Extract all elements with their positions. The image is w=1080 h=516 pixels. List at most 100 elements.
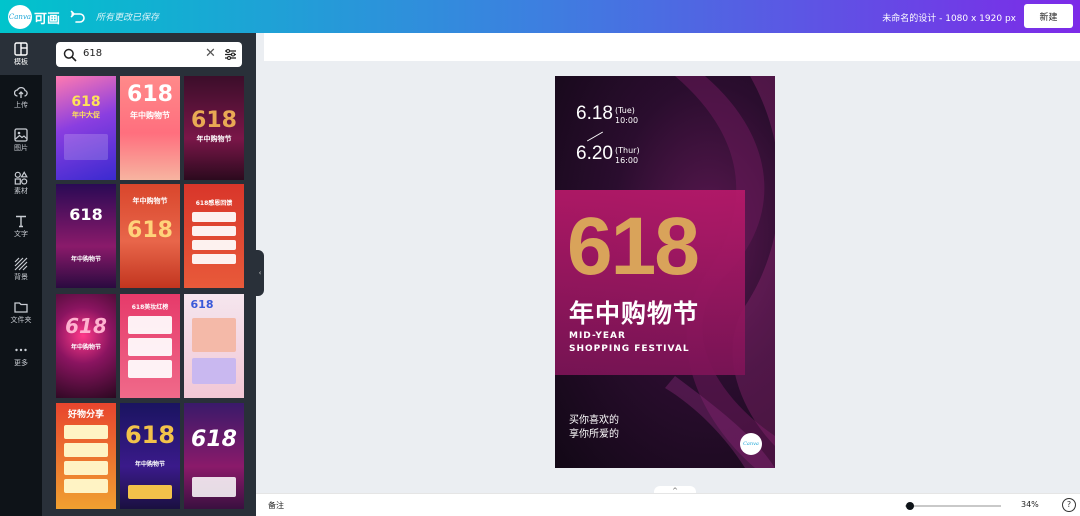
- template-thumbnail[interactable]: 618 年中购物节: [120, 403, 180, 509]
- template-thumbnail[interactable]: 618 年中购物节: [120, 76, 180, 180]
- design-logo[interactable]: Canva: [740, 433, 762, 455]
- image-icon: [14, 128, 28, 142]
- nav-item-upload[interactable]: 上传: [0, 76, 42, 118]
- template-card: [192, 358, 236, 384]
- date-start-weekday: (Tue): [615, 106, 635, 115]
- template-thumbnail[interactable]: 618美妆红榜: [120, 294, 180, 398]
- design-canvas[interactable]: 6.18 (Tue) 10:00 6.20 (Thur) 16:00 618 年中购…: [555, 76, 775, 468]
- nav-item-images[interactable]: 图片: [0, 119, 42, 161]
- left-navigation: 模板 上传 图片 素材 文字 背景 文件夹 更多: [0, 33, 42, 516]
- design-chinese-title[interactable]: 年中购物节: [569, 294, 699, 330]
- collapse-panel-handle[interactable]: ‹: [256, 250, 264, 296]
- design-english-line2[interactable]: SHOPPING FESTIVAL: [569, 344, 690, 354]
- design-english-line1[interactable]: MID-YEAR: [569, 331, 626, 341]
- nav-label: 文件夹: [10, 316, 32, 324]
- template-icon: [14, 42, 28, 56]
- template-subtitle: 年中大促: [72, 111, 100, 119]
- more-icon: [15, 348, 27, 352]
- design-tagline1[interactable]: 买你喜欢的: [569, 411, 619, 426]
- template-subtitle: 好物分享: [67, 410, 104, 420]
- template-card: [192, 254, 236, 264]
- design-logo-text: Canva: [743, 441, 759, 447]
- date-end-weekday: (Thur): [615, 146, 640, 155]
- nav-label: 背景: [14, 273, 28, 281]
- nav-item-folder[interactable]: 文件夹: [0, 291, 42, 333]
- save-status: 所有更改已保存: [96, 13, 160, 23]
- template-title: 618: [191, 108, 237, 133]
- nav-label: 图片: [14, 144, 28, 152]
- templates-panel: 618 ✕ 618 年中大促 618 年中购物节 618 年中购物节 618 年…: [42, 33, 256, 516]
- template-search[interactable]: 618 ✕: [56, 42, 242, 67]
- template-subtitle: 年中购物节: [70, 256, 101, 263]
- nav-item-elements[interactable]: 素材: [0, 162, 42, 204]
- brand-name[interactable]: 可画: [34, 8, 60, 27]
- template-thumbnail[interactable]: 618 年中购物节: [184, 76, 244, 180]
- template-card: [192, 240, 236, 250]
- template-title: 618: [127, 218, 173, 243]
- template-thumbnail[interactable]: 618 年中购物节: [56, 184, 116, 288]
- template-thumbnail[interactable]: 年中购物节 618: [120, 184, 180, 288]
- template-thumbnail[interactable]: 618: [184, 403, 244, 509]
- zoom-slider[interactable]: [905, 502, 1001, 510]
- template-subtitle: 年中购物节: [130, 111, 170, 120]
- template-card: [64, 134, 108, 160]
- template-thumbnail[interactable]: 618 年中大促: [56, 76, 116, 180]
- nav-label: 模板: [14, 58, 28, 66]
- template-title: 618: [69, 205, 103, 224]
- filter-icon[interactable]: [224, 48, 237, 61]
- notes-button[interactable]: 备注: [268, 500, 284, 511]
- nav-item-background[interactable]: 背景: [0, 248, 42, 290]
- template-card: [128, 485, 172, 499]
- design-tagline2[interactable]: 享你所爱的: [569, 425, 619, 440]
- template-title: 618: [65, 314, 107, 338]
- template-thumbnail[interactable]: 618 年中购物节: [56, 294, 116, 398]
- template-card: [64, 461, 108, 475]
- template-thumbnail[interactable]: 618感恩回馈: [184, 184, 244, 288]
- template-title: 618: [190, 298, 214, 311]
- template-title: 618: [191, 427, 237, 452]
- date-end[interactable]: 6.20: [576, 143, 613, 165]
- nav-item-templates[interactable]: 模板: [0, 33, 42, 75]
- elements-icon: [14, 171, 28, 185]
- template-thumbnail[interactable]: 618: [184, 294, 244, 398]
- template-title: 618: [71, 94, 101, 110]
- search-icon: [63, 48, 77, 62]
- canvas-toolbar-strip: [264, 33, 1080, 61]
- nav-item-text[interactable]: 文字: [0, 205, 42, 247]
- logo-text: Canva: [8, 13, 32, 21]
- template-subtitle: 年中购物节: [134, 461, 165, 468]
- background-icon: [14, 257, 28, 271]
- template-subtitle: 年中购物节: [196, 135, 232, 143]
- template-subtitle: 618感恩回馈: [195, 200, 233, 207]
- template-title: 618: [124, 421, 176, 449]
- zoom-level[interactable]: 34%: [1021, 500, 1039, 509]
- zoom-slider-handle[interactable]: [906, 502, 914, 510]
- template-thumbnail[interactable]: 好物分享: [56, 403, 116, 509]
- nav-label: 更多: [14, 359, 28, 367]
- template-card: [128, 316, 172, 334]
- nav-label: 素材: [14, 187, 28, 195]
- design-big-number[interactable]: 618: [567, 202, 700, 292]
- template-card: [192, 318, 236, 352]
- template-card: [128, 360, 172, 378]
- template-card: [64, 479, 108, 493]
- date-end-day[interactable]: (Thur) 16:00: [615, 146, 640, 166]
- nav-item-more[interactable]: 更多: [0, 334, 42, 376]
- canva-logo[interactable]: Canva: [8, 5, 32, 29]
- date-start-day[interactable]: (Tue) 10:00: [615, 106, 638, 126]
- help-icon[interactable]: ?: [1062, 498, 1076, 512]
- date-start[interactable]: 6.18: [576, 103, 613, 125]
- template-card: [192, 477, 236, 497]
- top-bar: Canva 可画 所有更改已保存 未命名的设计 - 1080 x 1920 px…: [0, 0, 1080, 33]
- template-subtitle: 年中购物节: [70, 344, 101, 351]
- template-card: [192, 212, 236, 222]
- close-icon[interactable]: ✕: [205, 47, 217, 61]
- new-design-button[interactable]: 新建: [1024, 4, 1073, 28]
- search-input[interactable]: 618: [83, 48, 102, 59]
- template-card: [64, 425, 108, 439]
- upload-icon: [14, 86, 28, 98]
- undo-icon[interactable]: [70, 7, 86, 25]
- document-title[interactable]: 未命名的设计 - 1080 x 1920 px: [882, 11, 1016, 24]
- template-title: 618: [127, 82, 173, 107]
- text-icon: [16, 215, 26, 228]
